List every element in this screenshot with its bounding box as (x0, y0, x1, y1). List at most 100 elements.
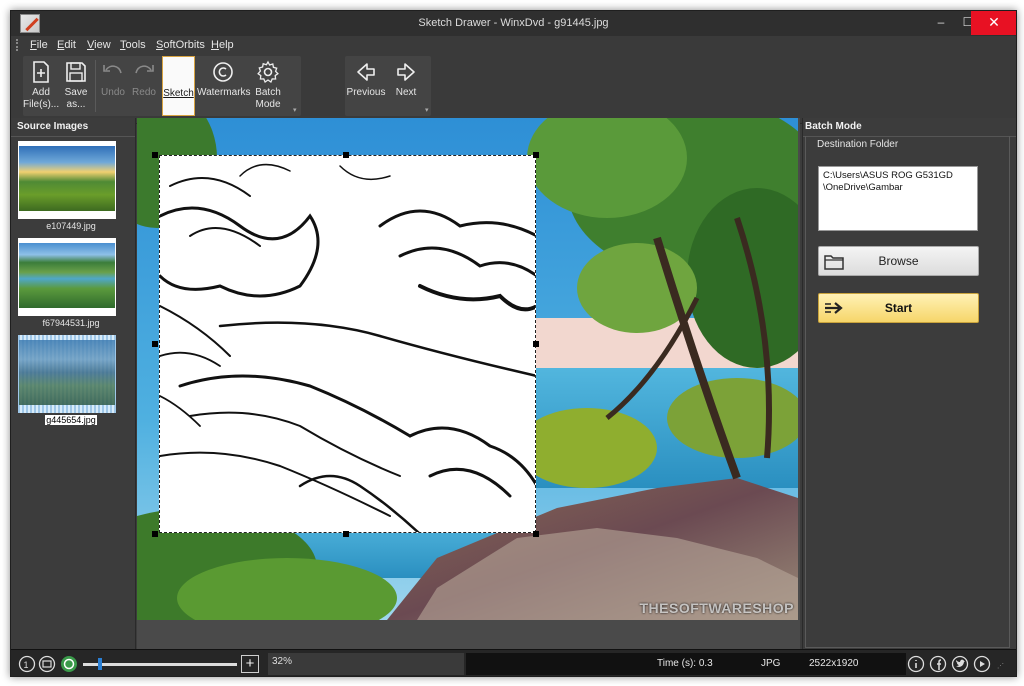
save-as-label: Save as... (64, 87, 88, 110)
undo-button[interactable]: Undo (98, 56, 128, 116)
thumbnail-label-text: g445654.jpg (45, 415, 97, 425)
next-label: Next (395, 87, 417, 98)
selection-handle[interactable] (533, 152, 539, 158)
thumbnail-image (19, 243, 115, 308)
zoom-fit-icon[interactable]: 1 (18, 655, 36, 673)
redo-label: Redo (132, 87, 156, 98)
panel-divider (11, 136, 135, 137)
selection-handle[interactable] (343, 531, 349, 537)
window-title: Sketch Drawer - WinxDvd - g91445.jpg (418, 17, 609, 29)
app-window: Sketch Drawer - WinxDvd - g91445.jpg – ☐… (10, 10, 1017, 677)
menu-bar: File Edit View Tools SoftOrbits Help (11, 36, 1016, 54)
status-dimensions: 2522x1920 (809, 658, 859, 669)
folder-icon (824, 255, 844, 270)
redo-button[interactable]: Redo (129, 56, 159, 116)
thumbnail-label: e107449.jpg (46, 221, 96, 231)
youtube-icon[interactable] (973, 655, 991, 673)
menu-help[interactable]: Help (211, 39, 234, 51)
selection-handle[interactable] (152, 152, 158, 158)
menu-edit[interactable]: Edit (57, 39, 76, 51)
thumbnail-item[interactable] (18, 238, 116, 316)
selection-handle[interactable] (152, 341, 158, 347)
rotate-icon[interactable] (60, 655, 78, 673)
add-file-icon (33, 61, 49, 83)
zoom-in-button[interactable]: + (241, 655, 259, 673)
selection-handle[interactable] (533, 531, 539, 537)
minimize-button[interactable]: – (927, 11, 955, 35)
sketch-label: Sketch (163, 88, 194, 99)
thumbnail-item-selected[interactable] (18, 335, 116, 413)
previous-button[interactable]: Previous (345, 56, 387, 116)
status-format: JPG (761, 658, 781, 669)
sketch-overlay[interactable] (159, 155, 536, 533)
batch-mode-title: Batch Mode (805, 121, 862, 132)
destination-folder-field[interactable]: C:\Users\ASUS ROG G531GD \OneDrive\Gamba… (818, 166, 978, 231)
zoom-actual-icon[interactable] (38, 655, 56, 673)
source-images-title: Source Images (17, 121, 89, 132)
status-time: Time (s): 0.3 (657, 658, 713, 669)
watermark-text: THESOFTWARESHOP (639, 600, 794, 616)
menu-file[interactable]: File (30, 39, 48, 51)
menu-grip-icon (16, 39, 18, 51)
zoom-value: 32% (268, 653, 464, 675)
undo-label: Undo (101, 87, 125, 98)
batch-mode-button[interactable]: Batch Mode (251, 56, 285, 116)
menu-softorbits[interactable]: SoftOrbits (156, 39, 205, 51)
selection-handle[interactable] (343, 152, 349, 158)
watermarks-button[interactable]: Watermarks (197, 56, 251, 116)
save-as-button[interactable]: Save as... (61, 56, 91, 116)
toolbar-overflow-icon[interactable]: ▾ (425, 106, 429, 114)
status-bar: 1 + 32% Time (s): 0.3 JPG 2522x1920 ⋰ (11, 649, 1016, 676)
facebook-icon[interactable] (929, 655, 947, 673)
toolbar-group-main: Add File(s)... Save as... Undo Redo Sket… (23, 56, 301, 116)
toolbar: Add File(s)... Save as... Undo Redo Sket… (11, 54, 1016, 124)
batch-mode-label: Batch Mode (255, 87, 281, 110)
menu-tools[interactable]: Tools (120, 39, 146, 51)
thumbnail-image (19, 146, 115, 211)
title-bar: Sketch Drawer - WinxDvd - g91445.jpg – ☐… (11, 11, 1016, 36)
browse-label: Browse (878, 254, 919, 268)
resize-grip-icon[interactable]: ⋰ (997, 662, 1004, 670)
image-canvas[interactable]: THESOFTWARESHOP (137, 118, 800, 649)
toolbar-group-nav: Previous Next ▾ (345, 56, 431, 116)
thumbnail-label: g445654.jpg (11, 415, 131, 425)
toolbar-separator (95, 60, 96, 112)
next-button[interactable]: Next (389, 56, 423, 116)
thumbnail-item[interactable] (18, 141, 116, 219)
sketch-button[interactable]: Sketch (162, 56, 195, 116)
thumbnail-image (19, 340, 115, 405)
toolbar-overflow-icon[interactable]: ▾ (293, 106, 297, 114)
selection-handle[interactable] (533, 341, 539, 347)
menu-view[interactable]: View (87, 39, 111, 51)
redo-icon (135, 65, 154, 74)
add-files-button[interactable]: Add File(s)... (23, 56, 59, 116)
arrow-left-icon (357, 63, 375, 81)
sketch-drawing (160, 163, 535, 532)
gear-icon (257, 60, 279, 83)
twitter-icon[interactable] (951, 655, 969, 673)
previous-label: Previous (346, 87, 386, 98)
zoom-slider-thumb[interactable] (98, 658, 103, 670)
copyright-icon (213, 62, 233, 82)
selection-handle[interactable] (152, 531, 158, 537)
browse-button[interactable]: Browse (818, 246, 979, 276)
painting-preview: THESOFTWARESHOP (137, 118, 798, 620)
start-label: Start (884, 301, 913, 315)
start-button[interactable]: Start (818, 293, 979, 323)
zoom-slider[interactable] (83, 663, 237, 666)
svg-text:1: 1 (24, 660, 29, 670)
batch-mode-panel: Batch Mode Destination Folder C:\Users\A… (802, 118, 1016, 649)
arrow-right-icon (825, 302, 843, 314)
sketch-icon (167, 61, 191, 85)
close-button[interactable]: ✕ (971, 11, 1016, 35)
watermarks-label: Watermarks (197, 87, 251, 98)
source-images-panel: Source Images e107449.jpg f67944531.jpg … (11, 118, 136, 649)
info-icon[interactable] (907, 655, 925, 673)
arrow-right-icon (397, 63, 415, 81)
destination-folder-value: C:\Users\ASUS ROG G531GD \OneDrive\Gamba… (823, 170, 953, 193)
destination-folder-label: Destination Folder (817, 139, 899, 150)
thumbnail-label: f67944531.jpg (42, 318, 100, 328)
add-files-label: Add File(s)... (23, 87, 60, 110)
save-icon (66, 62, 86, 82)
undo-icon (103, 65, 122, 74)
